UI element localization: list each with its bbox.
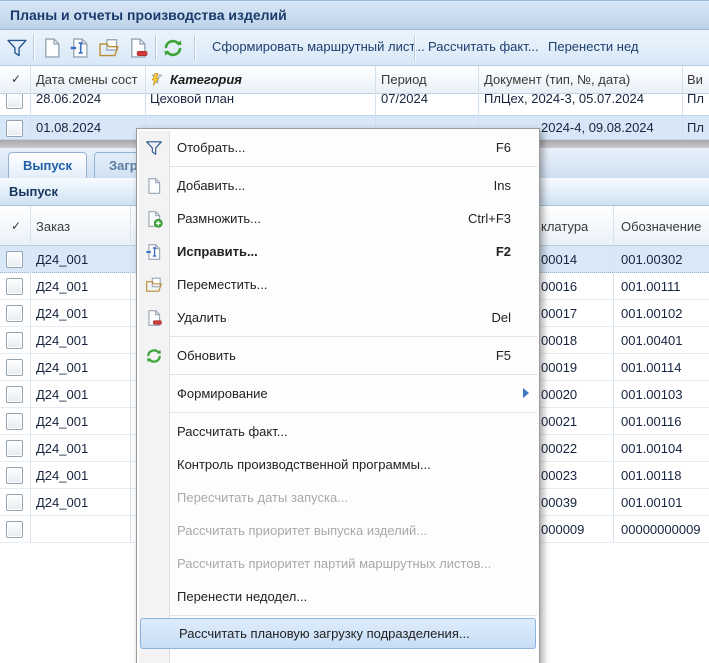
edit-document-icon[interactable] [69,37,91,59]
row-checkbox[interactable] [6,94,23,109]
row-checkbox[interactable] [6,494,23,511]
row-checkbox[interactable] [6,251,23,268]
column-header-period[interactable]: Период [381,72,427,87]
transfer-backlog-button[interactable]: Перенести нед [548,39,638,54]
menu-item-calc-fact[interactable]: Рассчитать факт... [139,415,537,448]
toolbar-separator [33,35,35,60]
plans-table-header: ✓ Дата смены сост Категория Период Докум… [0,66,709,94]
delete-document-icon [145,309,163,327]
column-header-nomenclature[interactable]: клатура [541,219,588,234]
column-header-designation[interactable]: Обозначение [621,219,701,234]
window-titlebar: Планы и отчеты производства изделий [0,0,709,30]
menu-item-move[interactable]: Переместить... [139,268,537,301]
menu-item-priority-route-sheets: Рассчитать приоритет партий маршрутных л… [139,547,537,580]
calc-fact-button[interactable]: Рассчитать факт... [428,39,539,54]
menu-item-refresh[interactable]: Обновить F5 [139,339,537,372]
menu-separator [139,412,537,413]
check-column-header[interactable]: ✓ [11,219,21,233]
form-route-sheet-button[interactable]: Сформировать маршрутный лист... [212,39,425,54]
refresh-icon[interactable] [162,37,184,59]
row-checkbox[interactable] [6,332,23,349]
menu-item-calc-planned-load[interactable]: Рассчитать плановую загрузку подразделен… [140,618,536,649]
toolbar-separator [155,35,157,60]
menu-item-formation[interactable]: Формирование [139,377,537,410]
toolbar-separator [414,35,416,60]
menu-separator [139,336,537,337]
menu-item-add[interactable]: Добавить... Ins [139,169,537,202]
move-folder-icon[interactable] [98,37,120,59]
menu-item-priority-products: Рассчитать приоритет выпуска изделий... [139,514,537,547]
column-header-date[interactable]: Дата смены сост [36,72,138,87]
menu-item-filter[interactable]: Отобрать... F6 [139,131,537,164]
add-document-icon[interactable] [41,37,63,59]
delete-document-icon[interactable] [127,37,149,59]
column-header-document[interactable]: Документ (тип, №, дата) [484,72,630,87]
edit-document-icon [145,243,163,261]
menu-item-recalc-launch-dates: Пересчитать даты запуска... [139,481,537,514]
row-checkbox[interactable] [6,305,23,322]
tab-vypusk[interactable]: Выпуск [8,152,87,178]
row-checkbox[interactable] [6,521,23,538]
menu-separator [139,374,537,375]
submenu-arrow-icon [523,388,529,398]
table-row[interactable]: 28.06.2024 Цеховой план 07/2024 ПлЦех, 2… [0,94,709,115]
refresh-icon [145,347,163,365]
row-checkbox[interactable] [6,467,23,484]
add-document-icon [145,177,163,195]
menu-item-edit[interactable]: Исправить... F2 [139,235,537,268]
filter-icon[interactable] [6,37,28,59]
row-checkbox[interactable] [6,440,23,457]
toolbar: Сформировать маршрутный лист... Рассчита… [0,30,709,66]
duplicate-document-icon [145,210,163,228]
menu-item-duplicate[interactable]: Размножить... Ctrl+F3 [139,202,537,235]
column-header-vid[interactable]: Ви [687,72,703,87]
menu-separator [139,166,537,167]
check-column-header[interactable]: ✓ [11,72,21,86]
context-menu: Отобрать... F6 Добавить... Ins Размножит… [136,128,540,663]
page-title: Планы и отчеты производства изделий [10,7,287,23]
row-checkbox[interactable] [6,386,23,403]
filter-lightning-icon [148,72,164,88]
move-folder-icon [145,276,163,294]
row-checkbox[interactable] [6,413,23,430]
menu-item-transfer-backlog[interactable]: Перенести недодел... [139,580,537,613]
menu-item-delete[interactable]: Удалить Del [139,301,537,334]
row-checkbox[interactable] [6,120,23,137]
plans-window: Планы и отчеты производства изделий Сфор… [0,0,709,663]
toolbar-separator [194,35,196,60]
column-header-category[interactable]: Категория [170,72,242,87]
panel-title: Выпуск [9,184,58,199]
row-checkbox[interactable] [6,278,23,295]
column-header-order[interactable]: Заказ [36,219,70,234]
menu-separator [139,615,537,616]
row-checkbox[interactable] [6,359,23,376]
filter-icon [145,139,163,157]
menu-item-production-control[interactable]: Контроль производственной программы... [139,448,537,481]
